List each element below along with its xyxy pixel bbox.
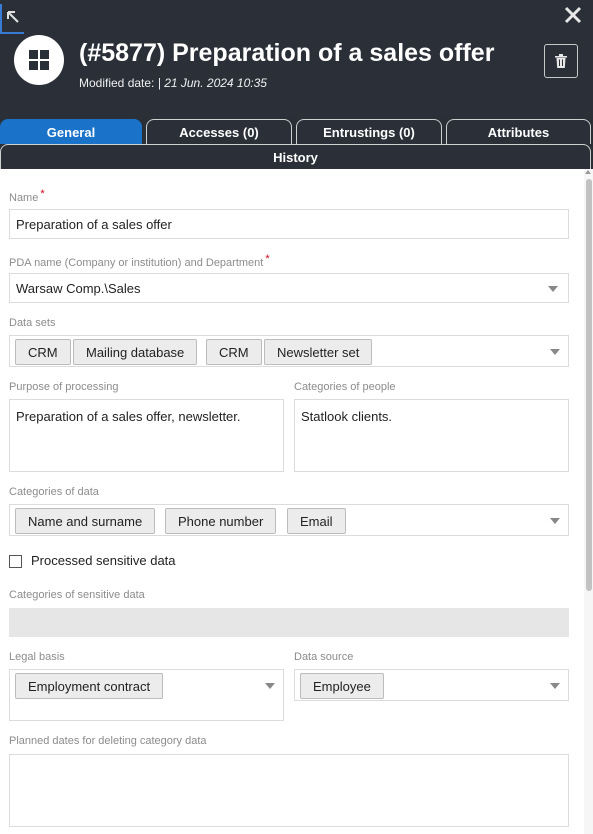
chip-category[interactable]: Email (287, 508, 346, 534)
purpose-value: Preparation of a sales offer, newsletter… (16, 409, 241, 424)
scrollbar-thumb[interactable] (586, 179, 592, 591)
chevron-down-icon[interactable] (550, 518, 560, 524)
name-label-text: Name (9, 192, 39, 204)
categories-data-multiselect[interactable]: Name and surname Phone number Email (9, 504, 569, 536)
chip-data-set[interactable]: Newsletter set (264, 339, 373, 365)
categories-data-label: Categories of data (9, 486, 99, 498)
data-sets-label: Data sets (9, 317, 56, 329)
sensitive-categories-label: Categories of sensitive data (9, 589, 145, 601)
chip-category[interactable]: Name and surname (15, 508, 156, 534)
avatar (14, 35, 64, 85)
modified-label: Modified date: (79, 76, 155, 90)
tab-attributes[interactable]: Attributes (446, 119, 591, 144)
chip-category[interactable]: Phone number (165, 508, 277, 534)
modified-value: 21 Jun. 2024 10:35 (164, 76, 267, 90)
chip-data-set[interactable]: CRM (206, 339, 262, 365)
scroll-up-icon[interactable] (585, 170, 591, 174)
chip-data-set[interactable]: Mailing database (73, 339, 198, 365)
planned-dates-label: Planned dates for deleting category data (9, 735, 207, 747)
trash-icon (555, 54, 567, 68)
planned-dates-textarea[interactable] (9, 754, 569, 827)
legal-basis-label: Legal basis (9, 651, 65, 663)
chip-data-set[interactable]: CRM (15, 339, 71, 365)
legal-basis-multiselect[interactable]: Employment contract (9, 669, 284, 721)
chevron-down-icon[interactable] (265, 683, 275, 689)
name-input[interactable]: Preparation of a sales offer (9, 209, 569, 239)
chevron-down-icon[interactable] (550, 349, 560, 355)
name-label: Name * (9, 188, 45, 204)
required-marker: * (40, 188, 45, 200)
required-marker: * (265, 253, 270, 265)
people-value: Statlook clients. (301, 409, 393, 424)
chip-data-source[interactable]: Employee (300, 673, 384, 699)
sensitive-categories-field (9, 608, 569, 637)
purpose-textarea[interactable]: Preparation of a sales offer, newsletter… (9, 399, 284, 472)
name-value: Preparation of a sales offer (16, 217, 172, 232)
undock-icon[interactable] (0, 4, 24, 34)
tab-accesses[interactable]: Accesses (0) (146, 119, 292, 144)
close-icon[interactable] (563, 5, 583, 25)
modified-separator: | (157, 76, 161, 90)
people-textarea[interactable]: Statlook clients. (294, 399, 569, 472)
people-label: Categories of people (294, 381, 396, 393)
pda-value: Warsaw Comp.\Sales (16, 281, 141, 296)
chevron-down-icon[interactable] (548, 286, 558, 292)
data-source-multiselect[interactable]: Employee (294, 669, 569, 701)
tab-general[interactable]: General (0, 119, 142, 144)
general-form: Name * Preparation of a sales offer PDA n… (0, 169, 593, 834)
tab-history[interactable]: History (0, 144, 591, 169)
chevron-down-icon[interactable] (550, 683, 560, 689)
pda-label: PDA name (Company or institution) and De… (9, 253, 270, 269)
tab-entrustings[interactable]: Entrustings (0) (296, 119, 442, 144)
sensitive-data-label: Processed sensitive data (31, 553, 176, 568)
pda-label-text: PDA name (Company or institution) and De… (9, 257, 264, 269)
delete-button[interactable] (544, 44, 578, 78)
grid-icon (29, 50, 49, 70)
pda-select[interactable]: Warsaw Comp.\Sales (9, 273, 569, 303)
chip-legal-basis[interactable]: Employment contract (15, 673, 164, 699)
data-source-label: Data source (294, 651, 354, 663)
page-title: (#5877) Preparation of a sales offer (79, 39, 495, 67)
record-header: (#5877) Preparation of a sales offer Mod… (0, 0, 593, 119)
data-sets-multiselect[interactable]: CRM Mailing database CRM Newsletter set (9, 335, 569, 367)
sensitive-data-checkbox[interactable] (9, 555, 22, 568)
modified-date: Modified date: | 21 Jun. 2024 10:35 (79, 76, 267, 90)
purpose-label: Purpose of processing (9, 381, 119, 393)
